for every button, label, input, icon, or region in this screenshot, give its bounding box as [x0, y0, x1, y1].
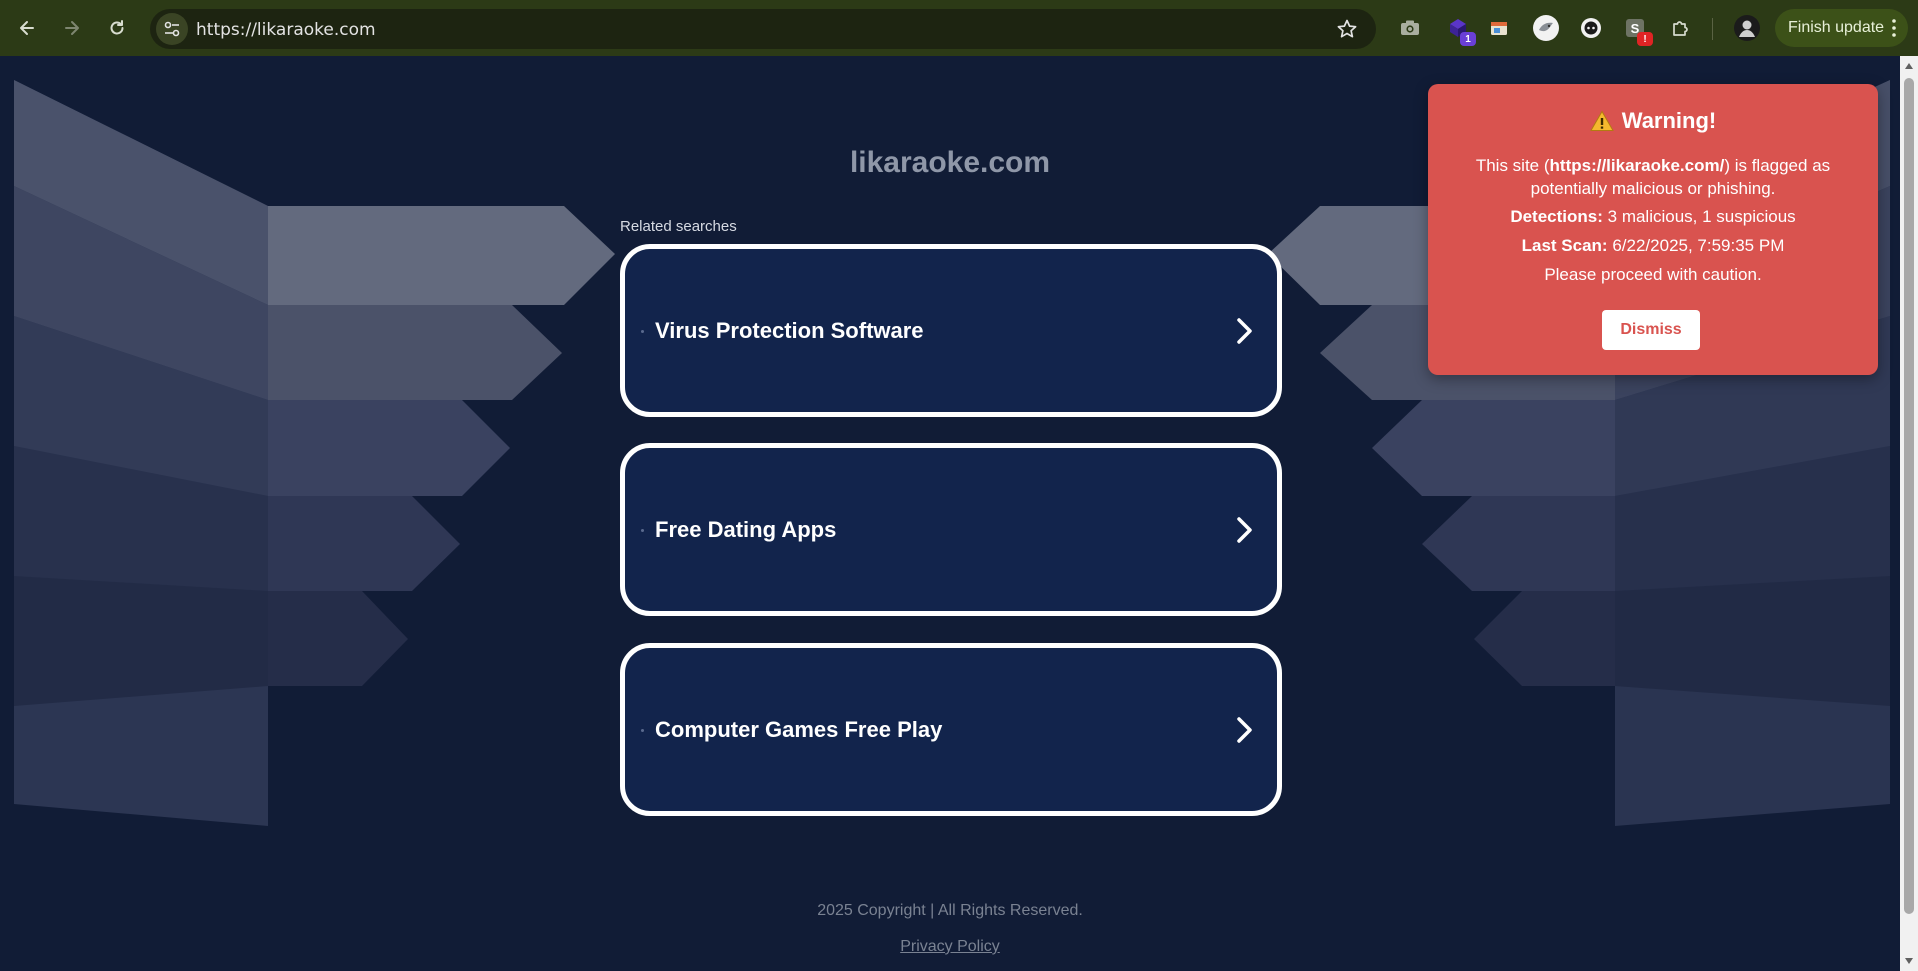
- extensions-puzzle-icon[interactable]: [1666, 14, 1694, 42]
- camera-icon[interactable]: [1396, 14, 1424, 42]
- warning-site-url: https://likaraoke.com/: [1549, 156, 1725, 175]
- extension-badge: 1: [1460, 32, 1476, 46]
- bookmark-star-icon[interactable]: [1336, 18, 1358, 40]
- bullet-dot: [641, 330, 644, 333]
- chevron-right-icon: [1237, 516, 1252, 543]
- arrow-right-icon: [65, 21, 79, 35]
- scroll-up-arrow-icon[interactable]: [1904, 61, 1914, 71]
- last-scan-label: Last Scan:: [1521, 236, 1608, 255]
- search-link-label: Virus Protection Software: [655, 317, 924, 343]
- warning-title: Warning!: [1621, 108, 1717, 133]
- search-link-label: Free Dating Apps: [655, 516, 837, 542]
- forward-button[interactable]: [55, 11, 89, 45]
- url-text[interactable]: https://likaraoke.com: [196, 20, 376, 40]
- scroll-down-arrow-icon[interactable]: [1904, 956, 1914, 966]
- warning-last-scan: Last Scan: 6/22/2025, 7:59:35 PM: [1448, 234, 1858, 257]
- site-info-button[interactable]: [156, 13, 188, 45]
- chevron-right-icon: [1237, 317, 1252, 344]
- scrollbar-thumb[interactable]: [1904, 78, 1914, 914]
- arrow-left-icon: [20, 21, 34, 35]
- more-vert-icon: [1892, 19, 1896, 37]
- address-bar[interactable]: https://likaraoke.com: [150, 9, 1376, 49]
- finish-update-label: Finish update: [1788, 19, 1885, 36]
- toolbar-divider: [1712, 18, 1713, 40]
- chat-extension-icon[interactable]: [1577, 14, 1605, 42]
- browser-toolbar: https://likaraoke.com 1 S ! Finish updat…: [0, 0, 1918, 56]
- warning-heading: Warning!: [1428, 108, 1878, 134]
- bullet-dot: [641, 529, 644, 532]
- window-icon[interactable]: [1485, 14, 1513, 42]
- dismiss-button[interactable]: Dismiss: [1602, 310, 1700, 350]
- search-link-free-dating-apps[interactable]: Free Dating Apps: [620, 443, 1282, 616]
- reload-button[interactable]: [100, 11, 134, 45]
- last-scan-value: 6/22/2025, 7:59:35 PM: [1612, 236, 1785, 255]
- warning-caution: Please proceed with caution.: [1544, 265, 1762, 284]
- finish-update-button[interactable]: Finish update: [1775, 9, 1908, 47]
- search-link-label: Computer Games Free Play: [655, 716, 943, 742]
- search-link-virus-protection[interactable]: Virus Protection Software: [620, 244, 1282, 417]
- s-extension-icon[interactable]: S !: [1621, 14, 1653, 46]
- search-link-computer-games[interactable]: Computer Games Free Play: [620, 643, 1282, 816]
- related-searches-label: Related searches: [620, 218, 737, 235]
- warning-detections: Detections: 3 malicious, 1 suspicious: [1448, 205, 1858, 228]
- warning-message: This site (https://likaraoke.com/) is fl…: [1448, 154, 1858, 200]
- privacy-policy-link[interactable]: Privacy Policy: [900, 938, 1000, 955]
- puzzle-badge-icon[interactable]: 1: [1444, 14, 1476, 46]
- detections-value: 3 malicious, 1 suspicious: [1607, 207, 1796, 226]
- chevron-right-icon: [1237, 716, 1252, 743]
- bird-extension-icon[interactable]: [1532, 14, 1560, 42]
- tune-icon: [164, 21, 180, 37]
- detections-label: Detections:: [1510, 207, 1603, 226]
- avatar[interactable]: [1733, 14, 1761, 42]
- back-button[interactable]: [10, 11, 44, 45]
- reload-icon: [110, 20, 124, 35]
- footer-copyright: 2025 Copyright | All Rights Reserved.: [817, 902, 1083, 919]
- page-scrollbar[interactable]: [1900, 56, 1918, 971]
- warning-site-prefix: This site (: [1475, 156, 1550, 175]
- warning-triangle-icon: [1589, 110, 1614, 131]
- phishing-warning-popup: Warning! This site (https://likaraoke.co…: [1428, 84, 1878, 375]
- bullet-dot: [641, 729, 644, 732]
- extension-badge: !: [1637, 32, 1653, 46]
